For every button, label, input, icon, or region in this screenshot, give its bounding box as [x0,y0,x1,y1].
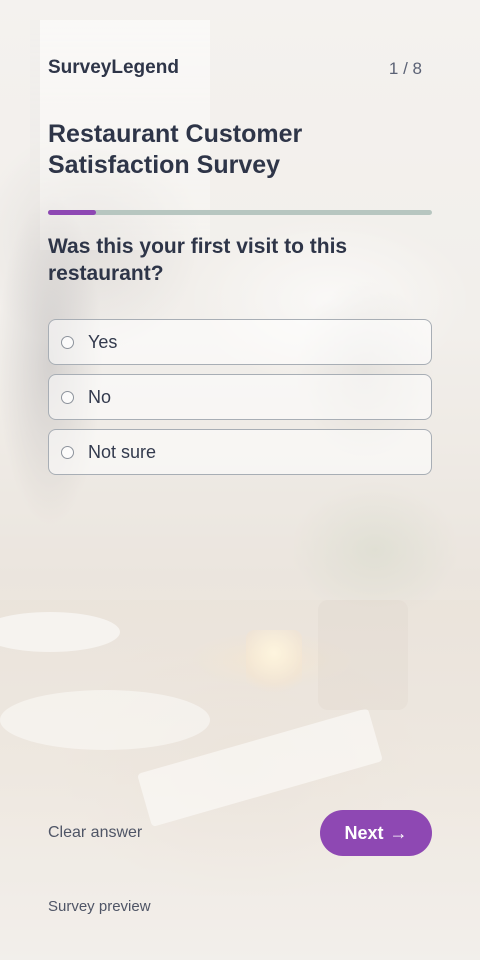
option-label: Yes [88,331,118,352]
clear-answer-link[interactable]: Clear answer [48,824,142,842]
next-button[interactable]: Next → [320,810,432,856]
next-button-label: Next [344,822,384,843]
option-yes[interactable]: Yes [48,319,432,365]
option-no[interactable]: No [48,374,432,420]
option-label: No [88,386,112,407]
survey-title: Restaurant Customer Satisfaction Survey [48,120,303,179]
radio-button[interactable] [61,445,74,459]
arrow-right-icon: → [389,822,408,843]
survey-preview-label: Survey preview [48,898,151,915]
page-counter: 1 / 8 [388,59,422,78]
survey-card: SurveyLegend 1 / 8 Restaurant Customer S… [0,0,480,960]
radio-button[interactable] [61,390,74,404]
answer-options: Yes No Not sure [48,319,432,484]
question-text: Was this your first visit to this restau… [48,235,348,285]
progress-bar-fill [48,210,96,215]
option-not-sure[interactable]: Not sure [48,429,432,475]
brand-name: SurveyLegend [48,57,179,78]
option-label: Not sure [88,441,157,462]
progress-bar [48,210,432,215]
radio-button[interactable] [61,335,74,349]
